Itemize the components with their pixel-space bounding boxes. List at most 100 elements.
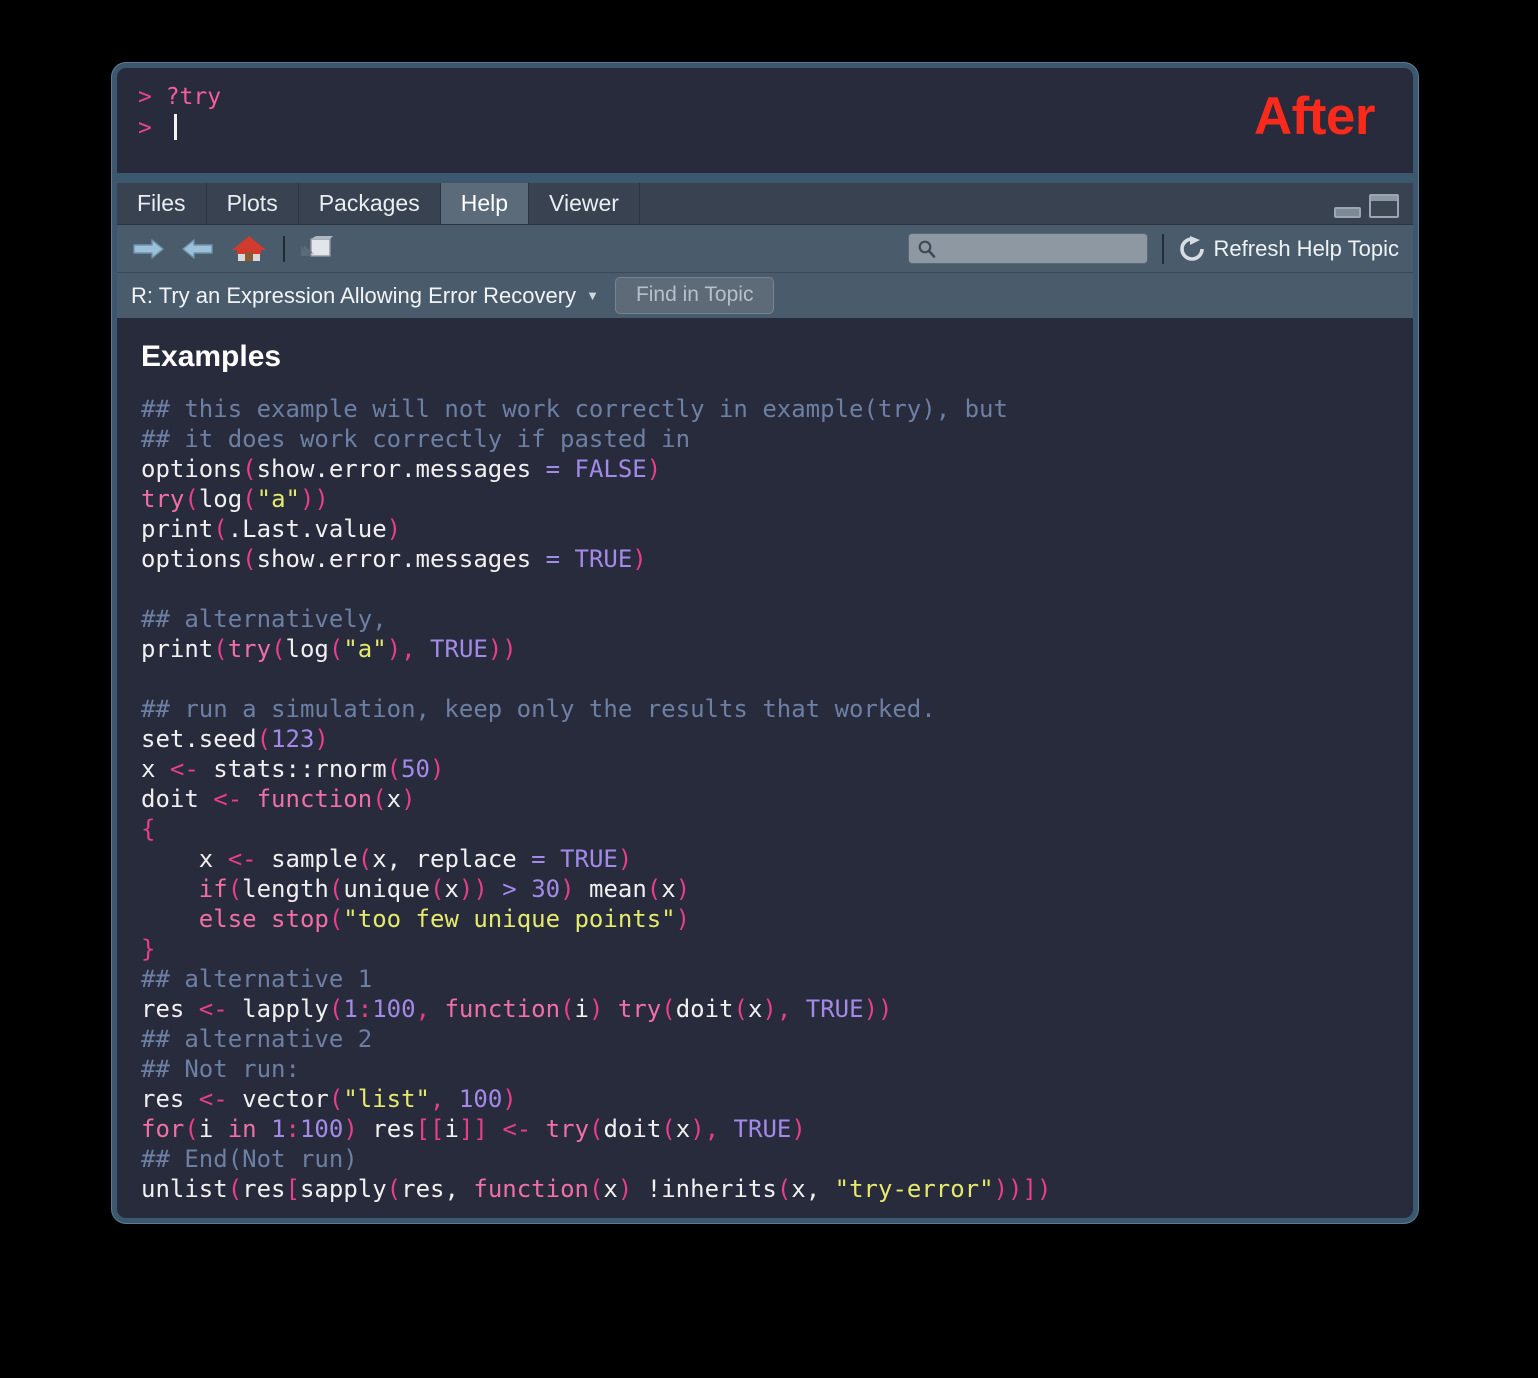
code-token: vector <box>242 1085 329 1113</box>
code-token: doit <box>141 785 214 813</box>
code-token: )) <box>487 635 517 663</box>
search-icon <box>917 239 936 258</box>
code-token: ) <box>675 905 691 933</box>
code-token: length <box>242 875 329 903</box>
code-line: x <- sample(x, replace = TRUE) <box>141 844 1413 874</box>
code-token: log <box>285 635 329 663</box>
chevron-down-icon[interactable]: ▼ <box>586 288 599 303</box>
code-token: { <box>141 815 156 843</box>
code-token: ) <box>430 755 445 783</box>
code-token: <- <box>198 1085 243 1113</box>
code-token: function <box>444 995 561 1023</box>
code-token: ( <box>661 995 676 1023</box>
tab-help[interactable]: Help <box>440 183 530 224</box>
code-token: print <box>141 515 214 543</box>
code-token: <- <box>213 785 257 813</box>
code-token: ## alternative 2 <box>141 1025 373 1053</box>
code-token: } <box>141 935 156 963</box>
code-line: print(try(log("a"), TRUE)) <box>141 634 1413 664</box>
tab-viewer[interactable]: Viewer <box>529 183 640 224</box>
code-line: doit <- function(x) <box>141 784 1413 814</box>
tabstrip-filler <box>639 183 1413 224</box>
code-line: options(show.error.messages = FALSE) <box>141 454 1413 484</box>
code-token: = <box>545 455 575 483</box>
code-token: ( <box>430 875 445 903</box>
code-token: : <box>357 995 373 1023</box>
code-token: stop <box>271 905 329 933</box>
code-token: ( <box>184 485 199 513</box>
tab-plots[interactable]: Plots <box>206 183 299 224</box>
code-token: function <box>473 1175 589 1203</box>
code-token: ## alternative 1 <box>141 965 373 993</box>
code-token: TRUE <box>733 1115 792 1143</box>
code-token: )) <box>458 875 503 903</box>
code-token: set.seed <box>141 725 257 753</box>
code-token: x <box>141 755 170 783</box>
help-search-box[interactable] <box>907 233 1148 264</box>
code-line: ## alternatively, <box>141 604 1413 634</box>
refresh-help-topic-button[interactable]: Refresh Help Topic <box>1178 235 1403 263</box>
code-line: set.seed(123) <box>141 724 1413 754</box>
code-token: ) <box>588 995 618 1023</box>
code-token: TRUE <box>560 845 618 873</box>
code-line: res <- vector("list", 100) <box>141 1084 1413 1114</box>
maximize-icon[interactable] <box>1369 194 1399 218</box>
code-token: ## alternatively, <box>141 605 387 633</box>
help-toolbar: Refresh Help Topic <box>117 224 1413 272</box>
help-content-area: Examples ## this example will not work c… <box>117 318 1413 1218</box>
code-token: <- <box>227 845 272 873</box>
code-line: { <box>141 814 1413 844</box>
back-arrow-icon[interactable] <box>131 235 165 263</box>
code-line: res <- lapply(1:100, function(i) try(doi… <box>141 994 1413 1024</box>
refresh-icon <box>1178 235 1206 263</box>
code-token: ), <box>690 1115 734 1143</box>
code-token: ( <box>372 785 387 813</box>
code-token: try <box>617 995 662 1023</box>
code-token: function <box>256 785 373 813</box>
find-in-topic-button[interactable]: Find in Topic <box>614 277 775 314</box>
code-token: "too few unique points" <box>343 905 676 933</box>
code-line: for(i in 1:100) res[[i]] <- try(doit(x),… <box>141 1114 1413 1144</box>
forward-arrow-icon[interactable] <box>181 235 215 263</box>
code-token: log <box>198 485 243 513</box>
code-token: [[ <box>415 1115 445 1143</box>
console-output: > ?try > <box>117 68 1413 144</box>
code-token: ( <box>227 875 243 903</box>
code-token: i <box>444 1115 459 1143</box>
console-line: > <box>117 113 1413 144</box>
code-token: ) <box>617 845 633 873</box>
code-token: ( <box>256 725 272 753</box>
code-token: try <box>545 1115 590 1143</box>
code-token: i <box>574 995 589 1023</box>
home-icon[interactable] <box>231 234 267 264</box>
code-token: !inherits <box>646 1175 777 1203</box>
code-token: 100 <box>458 1085 503 1113</box>
code-token: ]] <- <box>458 1115 546 1143</box>
code-token: try <box>141 485 185 513</box>
console-pane[interactable]: > ?try > After <box>117 68 1413 173</box>
code-token: "list" <box>343 1085 431 1113</box>
code-token: 30 <box>531 875 561 903</box>
minimize-icon[interactable] <box>1334 207 1361 218</box>
tab-packages[interactable]: Packages <box>298 183 441 224</box>
code-token: "a" <box>343 635 387 663</box>
code-line: ## run a simulation, keep only the resul… <box>141 694 1413 724</box>
code-token: = <box>545 545 575 573</box>
code-token: sapply <box>299 1175 387 1203</box>
code-token: if <box>198 875 228 903</box>
code-token: mean <box>589 875 647 903</box>
code-token: x <box>747 995 763 1023</box>
code-line: if(length(unique(x)) > 30) mean(x) <box>141 874 1413 904</box>
code-line: try(log("a")) <box>141 484 1413 514</box>
code-token: ( <box>386 755 402 783</box>
code-token: ## End(Not run) <box>141 1145 358 1173</box>
tab-files[interactable]: Files <box>117 183 207 224</box>
code-token: ( <box>184 1115 199 1143</box>
console-command: ?try <box>165 84 222 110</box>
code-token: else <box>198 905 272 933</box>
code-token: ( <box>589 1115 604 1143</box>
show-in-new-window-icon[interactable] <box>299 235 333 263</box>
help-search-input[interactable] <box>941 237 1139 260</box>
code-token: )) <box>299 485 329 513</box>
